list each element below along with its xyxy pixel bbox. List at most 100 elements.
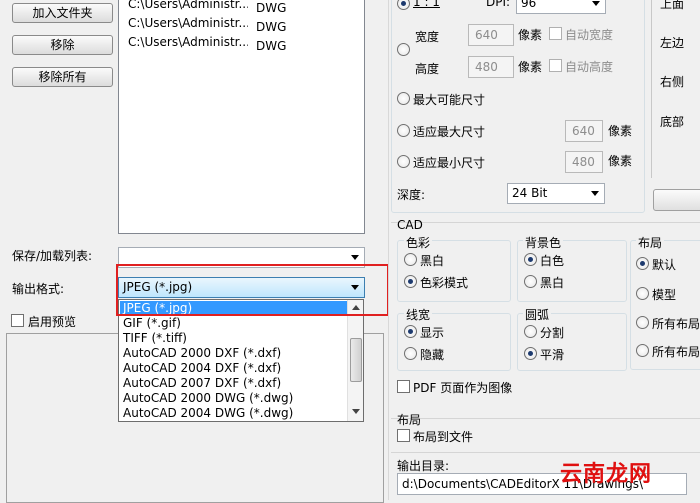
max-size-label: 最大可能尺寸 <box>413 93 486 107</box>
margins-button[interactable] <box>653 189 700 211</box>
fit-min-unit: 像素 <box>608 154 633 168</box>
fit-min-label: 适应最小尺寸 <box>413 156 486 170</box>
dropdown-option-dxf2007[interactable]: AutoCAD 2007 DXF (*.dxf) <box>120 376 348 391</box>
auto-height-checkbox[interactable] <box>549 59 562 72</box>
margins-divider <box>651 0 652 178</box>
pdf-as-image-checkbox[interactable] <box>397 380 410 393</box>
height-unit: 像素 <box>518 60 543 74</box>
dpi-value: 96 <box>521 0 537 10</box>
remove-all-button[interactable]: 移除所有 <box>12 67 113 87</box>
lw-hide-radio[interactable] <box>404 347 417 360</box>
dropdown-option-gif[interactable]: GIF (*.gif) <box>120 316 348 331</box>
enable-preview-label: 启用预览 <box>28 315 77 329</box>
bg-white-label: 白色 <box>540 254 565 268</box>
background-title: 背景色 <box>523 234 564 251</box>
bg-black-radio[interactable] <box>524 275 537 288</box>
dropdown-option-dxf2000[interactable]: AutoCAD 2000 DXF (*.dxf) <box>120 346 348 361</box>
chevron-down-icon <box>351 255 359 260</box>
file-path: C:\Users\Administr... <box>128 16 248 30</box>
save-load-list-combo[interactable] <box>118 247 365 268</box>
layout-to-file-label: 布局到文件 <box>413 430 474 444</box>
lw-show-label: 显示 <box>420 326 445 340</box>
save-load-list-label: 保存/加载列表: <box>12 249 93 263</box>
fit-min-input[interactable]: 480 <box>565 151 603 173</box>
chevron-down-icon <box>591 191 599 196</box>
depth-label: 深度: <box>397 188 426 202</box>
ratio-label: 1 : 1 <box>413 0 440 9</box>
dropdown-scrollbar[interactable] <box>347 300 363 421</box>
auto-height-label: 自动高度 <box>565 60 614 74</box>
layout-all-label-1: 所有布局 <box>652 317 700 331</box>
layout-all-label-2: 所有布局 <box>652 345 700 359</box>
list-item[interactable]: C:\Users\Administr... DWG <box>128 0 286 15</box>
fit-max-radio[interactable] <box>397 124 410 137</box>
scroll-down-button[interactable] <box>349 405 363 419</box>
dpi-select[interactable]: 96 <box>516 0 606 14</box>
depth-select[interactable]: 24 Bit <box>507 183 605 204</box>
arc-split-label: 分割 <box>540 326 565 340</box>
layout-default-label: 默认 <box>652 258 677 272</box>
arc-smooth-radio[interactable] <box>524 347 537 360</box>
margin-right-label: 右侧 <box>660 75 685 89</box>
layout-default-radio[interactable] <box>636 257 649 270</box>
lineweight-title: 线宽 <box>404 306 433 323</box>
lw-hide-label: 隐藏 <box>420 348 445 362</box>
auto-width-label: 自动宽度 <box>565 28 614 42</box>
layout-title: 布局 <box>636 234 665 251</box>
max-size-radio[interactable] <box>397 92 410 105</box>
layout-model-radio[interactable] <box>636 287 649 300</box>
color-bw-radio[interactable] <box>404 253 417 266</box>
chevron-down-icon <box>592 1 600 6</box>
output-format-select[interactable]: JPEG (*.jpg) <box>118 277 365 298</box>
remove-button[interactable]: 移除 <box>12 35 113 55</box>
file-path: C:\Users\Administr... <box>128 0 248 11</box>
output-format-label: 输出格式: <box>12 282 65 296</box>
layout-model-label: 模型 <box>652 288 677 302</box>
color-mode-label: 色彩模式 <box>420 276 469 290</box>
height-input[interactable]: 480 <box>468 56 514 78</box>
layout-separator <box>391 418 700 419</box>
list-item[interactable]: C:\Users\Administr... DWG <box>128 34 286 53</box>
auto-width-checkbox[interactable] <box>549 27 562 40</box>
chevron-down-icon <box>352 409 360 414</box>
custom-size-radio[interactable] <box>397 43 410 56</box>
dropdown-option-dwg2000[interactable]: AutoCAD 2000 DWG (*.dwg) <box>120 391 348 406</box>
width-input[interactable]: 640 <box>468 24 514 46</box>
margin-top-label: 上面 <box>660 0 685 11</box>
lw-show-radio[interactable] <box>404 325 417 338</box>
enable-preview-checkbox[interactable] <box>11 314 24 327</box>
add-folder-button[interactable]: 加入文件夹 <box>12 3 113 23</box>
output-format-value: JPEG (*.jpg) <box>123 280 193 294</box>
output-format-dropdown[interactable]: JPEG (*.jpg) GIF (*.gif) TIFF (*.tiff) A… <box>118 299 364 422</box>
layout-all-radio-1[interactable] <box>636 316 649 329</box>
margin-left-label: 左边 <box>660 36 685 50</box>
color-bw-label: 黑白 <box>420 254 445 268</box>
file-path: C:\Users\Administr... <box>128 35 248 49</box>
arc-smooth-label: 平滑 <box>540 348 565 362</box>
file-type: DWG <box>256 39 287 53</box>
pane-divider <box>388 0 389 500</box>
file-list[interactable]: C:\Users\Administr... DWG C:\Users\Admini… <box>118 0 365 234</box>
dropdown-option-tiff[interactable]: TIFF (*.tiff) <box>120 331 348 346</box>
output-dir-label: 输出目录: <box>397 459 450 473</box>
watermark-text: 云南龙网 <box>560 462 653 487</box>
list-item[interactable]: C:\Users\Administr... DWG <box>128 15 286 34</box>
color-mode-radio[interactable] <box>404 275 417 288</box>
layout-to-file-checkbox[interactable] <box>397 429 410 442</box>
dropdown-option-jpeg[interactable]: JPEG (*.jpg) <box>120 301 348 316</box>
scroll-up-button[interactable] <box>349 301 363 315</box>
chevron-up-icon <box>352 305 360 310</box>
dropdown-option-dwg2004[interactable]: AutoCAD 2004 DWG (*.dwg) <box>120 406 348 421</box>
output-separator <box>391 452 700 453</box>
dropdown-option-dxf2004[interactable]: AutoCAD 2004 DXF (*.dxf) <box>120 361 348 376</box>
arc-split-radio[interactable] <box>524 325 537 338</box>
fit-max-label: 适应最大尺寸 <box>413 125 486 139</box>
fit-max-input[interactable]: 640 <box>565 120 603 142</box>
scroll-thumb[interactable] <box>350 338 362 382</box>
bg-white-radio[interactable] <box>524 253 537 266</box>
layout-all-radio-2[interactable] <box>636 344 649 357</box>
file-type: DWG <box>256 1 287 15</box>
arc-title: 圆弧 <box>523 306 552 323</box>
fit-min-radio[interactable] <box>397 155 410 168</box>
width-label: 宽度 <box>415 30 440 44</box>
